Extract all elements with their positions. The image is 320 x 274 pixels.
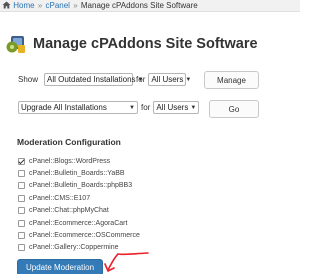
show-label: Show (18, 75, 39, 84)
list-item-label: cPanel::Bulletin_Boards::phpBB3 (29, 182, 133, 190)
list-item: cPanel::Ecommerce::AgoraCart (18, 217, 140, 229)
chevron-down-icon: ▼ (185, 76, 192, 83)
moderation-checkbox[interactable] (18, 232, 25, 240)
chevron-down-icon: ▼ (190, 104, 197, 111)
moderation-list: cPanel::Blogs::WordPress cPanel::Bulleti… (18, 155, 140, 254)
home-icon[interactable] (2, 1, 11, 12)
list-item: cPanel::Chat::phpMyChat (18, 205, 140, 217)
action-value: Upgrade All Installations (21, 103, 107, 112)
breadcrumb-cpanel[interactable]: cPanel (46, 1, 70, 10)
go-button[interactable]: Go (209, 100, 259, 118)
list-item-label: cPanel::Ecommerce::OSCommerce (29, 232, 140, 240)
list-item: cPanel::Bulletin_Boards::phpBB3 (18, 180, 140, 192)
list-item: cPanel::CMS::E107 (18, 192, 140, 204)
action-user-select[interactable]: All Users ▼ (153, 101, 200, 114)
list-item-label: cPanel::Bulletin_Boards::YaBB (29, 170, 125, 178)
for-label: for (141, 103, 151, 112)
breadcrumb-home[interactable]: Home (13, 1, 34, 10)
page-title: Manage cPAddons Site Software (33, 36, 258, 52)
list-item: cPanel::Blogs::WordPress (18, 155, 140, 167)
breadcrumb-separator: » (37, 1, 43, 10)
action-select[interactable]: Upgrade All Installations ▼ (18, 101, 138, 114)
installation-filter-select[interactable]: All Outdated Installations ▼ (44, 73, 143, 86)
show-filter-row: Show All Outdated Installations ▼ for Al… (18, 73, 191, 86)
moderation-checkbox[interactable] (18, 157, 25, 165)
moderation-checkbox[interactable] (18, 182, 25, 190)
chevron-down-icon: ▼ (129, 104, 135, 111)
user-filter-value: All Users (151, 75, 184, 84)
list-item-label: cPanel::Ecommerce::AgoraCart (29, 219, 128, 227)
breadcrumb-separator: » (73, 1, 78, 10)
list-item-label: cPanel::CMS::E107 (29, 194, 91, 202)
user-filter-select[interactable]: All Users ▼ (148, 73, 191, 86)
red-arrow-annotation (104, 252, 149, 272)
breadcrumb-current: Manage cPAddons Site Software (80, 1, 198, 10)
list-item: cPanel::Bulletin_Boards::YaBB (18, 167, 140, 179)
list-item-label: cPanel::Chat::phpMyChat (29, 207, 109, 215)
moderation-checkbox[interactable] (18, 170, 25, 178)
moderation-checkbox[interactable] (18, 194, 25, 202)
moderation-title: Moderation Configuration (17, 137, 121, 147)
moderation-checkbox[interactable] (18, 244, 25, 252)
manage-button[interactable]: Manage (204, 71, 259, 89)
list-item-label: cPanel::Blogs::WordPress (29, 157, 111, 165)
breadcrumb: Home » cPanel » Manage cPAddons Site Sof… (0, 0, 300, 12)
moderation-checkbox[interactable] (18, 219, 25, 227)
action-user-value: All Users (156, 103, 189, 112)
installation-filter-value: All Outdated Installations (47, 75, 136, 84)
for-label: for (136, 75, 146, 84)
action-row: Upgrade All Installations ▼ for All User… (18, 101, 200, 114)
list-item: cPanel::Ecommerce::OSCommerce (18, 229, 140, 241)
page-header: Manage cPAddons Site Software (6, 34, 258, 54)
update-moderation-button[interactable]: Update Moderation (17, 259, 103, 274)
moderation-checkbox[interactable] (18, 207, 25, 215)
addons-icon (6, 36, 25, 53)
